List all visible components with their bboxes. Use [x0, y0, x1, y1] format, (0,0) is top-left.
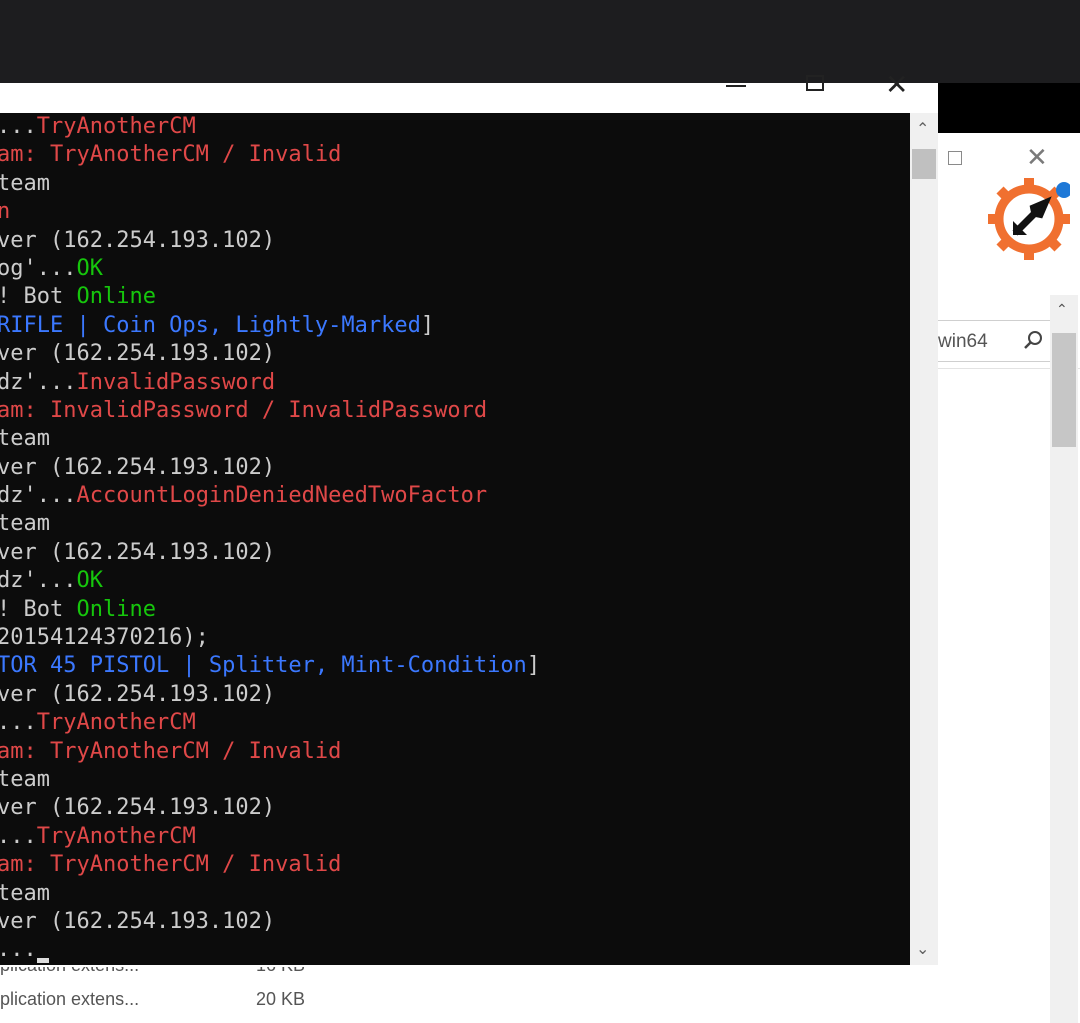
console-text-segment: TryAnotherCM — [36, 114, 196, 139]
explorer-titlebar — [938, 83, 1080, 133]
console-text-segment: ... — [0, 823, 37, 849]
console-line: ! Bot Online — [0, 283, 540, 311]
explorer-scroll-thumb[interactable] — [1052, 333, 1076, 447]
console-line: ver (162.254.193.102) — [0, 454, 540, 482]
console-text-segment: am: InvalidPassword / InvalidPassword — [0, 397, 488, 423]
console-line: team — [0, 170, 540, 198]
console-line: am: TryAnotherCM / Invalid — [0, 738, 540, 766]
console-text-segment: team — [0, 880, 50, 906]
console-text-segment: team — [0, 766, 50, 792]
console-lines: ...TryAnotherCM am: TryAnotherCM / Invali… — [0, 113, 540, 965]
console-line: ! Bot Online — [0, 596, 540, 624]
console-line: og'...OK — [0, 255, 540, 283]
console-text-segment: TryAnotherCM — [36, 710, 196, 736]
console-text-segment: ... — [0, 114, 37, 139]
console-line: ver (162.254.193.102) — [0, 227, 540, 255]
console-text-segment: TOR 45 PISTOL | Splitter, Mint-Condition — [0, 653, 527, 679]
console-line: RIFLE | Coin Ops, Lightly-Marked] — [0, 312, 540, 340]
console-line: dz'...InvalidPassword — [0, 369, 540, 397]
minimize-icon[interactable] — [726, 85, 746, 87]
maximize-icon[interactable] — [806, 75, 824, 91]
explorer-close-icon[interactable]: ✕ — [1026, 144, 1048, 170]
console-line: ...TryAnotherCM — [0, 113, 540, 141]
console-text-segment: ver (162.254.193.102) — [0, 908, 276, 934]
console-line: ver (162.254.193.102) — [0, 794, 540, 822]
console-text-segment: InvalidPassword — [76, 369, 276, 395]
console-line: team — [0, 510, 540, 538]
console-text-segment: ver (162.254.193.102) — [0, 227, 276, 253]
console-text-segment: n — [0, 199, 11, 225]
console-line: ...TryAnotherCM — [0, 823, 540, 851]
explorer-scrollbar[interactable]: ⌃ — [1050, 295, 1078, 1023]
console-text-segment: OK — [76, 255, 103, 281]
console-text-segment: am: TryAnotherCM / Invalid — [0, 738, 342, 764]
console-line: dz'...OK — [0, 567, 540, 595]
console-line: ver (162.254.193.102) — [0, 908, 540, 936]
console-text-segment: og'... — [0, 255, 77, 281]
console-line: am: TryAnotherCM / Invalid — [0, 141, 540, 169]
console-line: team — [0, 880, 540, 908]
console-text-segment: TryAnotherCM — [36, 823, 196, 849]
chevron-down-icon[interactable]: ⌄ — [916, 939, 929, 959]
console-text-segment: team — [0, 426, 50, 452]
gear-resize-icon — [988, 178, 1070, 260]
console-line: n — [0, 198, 540, 226]
console-line: ver (162.254.193.102) — [0, 681, 540, 709]
console-line: am: InvalidPassword / InvalidPassword — [0, 397, 540, 425]
console-text-segment: ver (162.254.193.102) — [0, 681, 276, 707]
console-line: ...TryAnotherCM — [0, 709, 540, 737]
console-text-segment: Online — [76, 284, 156, 310]
file-size: 20 KB — [256, 989, 306, 1009]
console-text-segment: Online — [76, 596, 156, 622]
console-text-segment: ! Bot — [0, 284, 77, 310]
console-window: ✕ ...TryAnotherCM am: TryAnotherCM / Inva… — [0, 71, 938, 967]
console-text-segment: dz'... — [0, 568, 77, 594]
console-text-segment: ... — [0, 710, 37, 736]
explorer-file-list: plication extens... 16 KB plication exte… — [0, 955, 938, 1023]
console-text-segment: ... — [0, 937, 37, 963]
chevron-up-icon[interactable]: ⌃ — [1056, 301, 1068, 318]
search-icon[interactable] — [1022, 329, 1044, 351]
console-text-segment: dz'... — [0, 483, 77, 509]
console-text-segment: ver (162.254.193.102) — [0, 454, 276, 480]
console-scrollbar[interactable]: ⌃ ⌄ — [910, 113, 938, 965]
console-line: am: TryAnotherCM / Invalid — [0, 851, 540, 879]
chevron-up-icon[interactable]: ⌃ — [916, 119, 929, 139]
console-line: TOR 45 PISTOL | Splitter, Mint-Condition… — [0, 652, 540, 680]
console-text-segment: dz'... — [0, 369, 77, 395]
text-cursor — [36, 957, 49, 963]
console-text-segment: ver (162.254.193.102) — [0, 795, 276, 821]
console-text-segment: AccountLoginDeniedNeedTwoFactor — [76, 483, 488, 509]
console-line: ... — [0, 936, 540, 964]
file-type: plication extens... — [0, 989, 140, 1009]
console-text-segment: ] — [526, 653, 541, 679]
console-output[interactable]: ...TryAnotherCM am: TryAnotherCM / Invali… — [0, 113, 910, 965]
file-explorer-window: ✕ win64 ⌃ — [938, 83, 1080, 1023]
console-text-segment: ver (162.254.193.102) — [0, 539, 276, 565]
console-line: team — [0, 425, 540, 453]
explorer-search-text: win64 — [938, 331, 988, 352]
explorer-search-box[interactable]: win64 — [938, 320, 1068, 362]
console-line: ver (162.254.193.102) — [0, 539, 540, 567]
console-text-segment: team — [0, 511, 50, 537]
desktop-top-band — [0, 0, 1080, 83]
console-text-segment: RIFLE | Coin Ops, Lightly-Marked — [0, 312, 421, 338]
explorer-maximize-icon[interactable] — [948, 151, 962, 165]
console-text-segment: am: TryAnotherCM / Invalid — [0, 852, 342, 878]
console-text-segment: OK — [76, 568, 103, 594]
console-scroll-thumb[interactable] — [912, 149, 936, 179]
console-line: ver (162.254.193.102) — [0, 340, 540, 368]
console-line: dz'...AccountLoginDeniedNeedTwoFactor — [0, 482, 540, 510]
console-titlebar[interactable]: ✕ — [0, 71, 938, 113]
console-line: team — [0, 766, 540, 794]
console-text-segment: ver (162.254.193.102) — [0, 341, 276, 367]
console-text-segment: ] — [420, 312, 435, 338]
console-text-segment: am: TryAnotherCM / Invalid — [0, 142, 342, 168]
console-text-segment: team — [0, 170, 50, 196]
console-line: 20154124370216); — [0, 624, 540, 652]
close-icon[interactable]: ✕ — [885, 71, 908, 99]
console-text-segment: 20154124370216); — [0, 625, 209, 651]
console-text-segment: ! Bot — [0, 596, 77, 622]
